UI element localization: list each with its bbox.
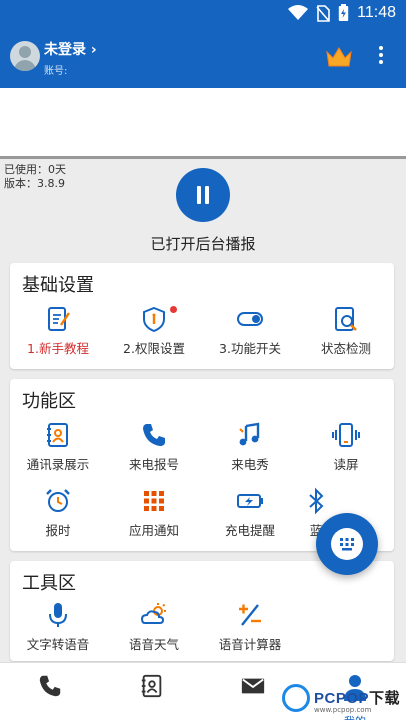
apps-grid-icon xyxy=(144,491,164,511)
section-title: 工具区 xyxy=(22,573,76,594)
avatar[interactable] xyxy=(10,41,40,71)
status-check-icon xyxy=(335,307,357,331)
item-label: 充电提醒 xyxy=(224,523,275,538)
dialpad-fab[interactable] xyxy=(316,513,378,575)
used-days: 已使用：0天 xyxy=(4,163,66,176)
wifi-icon xyxy=(288,5,309,20)
voice-weather-item[interactable]: 语音天气 xyxy=(106,601,202,653)
screen-reader-item[interactable]: 读屏 xyxy=(298,421,394,473)
item-label: 语音计算器 xyxy=(218,637,282,652)
caller-announce-item[interactable]: 来电报号 xyxy=(106,421,202,473)
battery-charging-icon xyxy=(237,494,263,508)
phone-icon xyxy=(143,424,165,446)
version-label: 版本：3.8.9 xyxy=(4,177,65,190)
status-bar: 11:48 xyxy=(0,0,406,28)
item-label: 语音天气 xyxy=(128,637,179,652)
permission-settings-item[interactable]: 2.权限设置 xyxy=(106,305,202,357)
divider xyxy=(0,156,406,159)
contacts-icon xyxy=(141,674,162,698)
watermark-url: www.pcpop.com xyxy=(314,706,372,714)
item-label: 文字转语音 xyxy=(26,637,90,652)
crown-icon[interactable] xyxy=(325,46,353,68)
section-title: 基础设置 xyxy=(22,275,94,296)
login-link[interactable]: 未登录 › xyxy=(44,39,97,59)
weather-icon xyxy=(140,603,166,624)
microphone-icon xyxy=(49,603,67,627)
item-label: 状态检测 xyxy=(320,341,371,356)
keyboard-icon xyxy=(331,528,363,560)
time-announce-item[interactable]: 报时 xyxy=(10,487,106,539)
section-title: 功能区 xyxy=(22,391,76,412)
item-label: 读屏 xyxy=(333,457,359,472)
banner-area xyxy=(0,88,406,156)
nav-contacts[interactable] xyxy=(122,673,182,713)
pause-icon xyxy=(197,186,201,204)
nav-phone[interactable] xyxy=(20,673,80,713)
pause-button[interactable] xyxy=(176,168,230,222)
watermark-logo: PCPOP下载 www.pcpop.com xyxy=(280,682,406,720)
message-icon xyxy=(241,678,265,694)
tutorial-icon xyxy=(48,307,70,331)
watermark-brand: PCPOP下载 xyxy=(314,690,401,707)
phone-icon xyxy=(39,675,61,697)
basic-settings-card: 基础设置 1.新手教程 2.权限设置 3.功能开关 状态检测 xyxy=(10,263,394,369)
bluetooth-icon xyxy=(309,487,324,515)
app-header: 未登录 › 账号: xyxy=(0,28,406,88)
voice-calculator-item[interactable]: 语音计算器 xyxy=(202,601,298,653)
item-label: 3.功能开关 xyxy=(219,341,281,356)
feature-switch-item[interactable]: 3.功能开关 xyxy=(202,305,298,357)
item-label: 报时 xyxy=(45,523,71,538)
battery-icon xyxy=(338,4,349,21)
nav-messages[interactable] xyxy=(223,673,283,713)
account-label: 账号: xyxy=(44,66,68,77)
caller-show-item[interactable]: 来电秀 xyxy=(202,421,298,473)
item-label: 来电报号 xyxy=(128,457,179,472)
item-label: 应用通知 xyxy=(128,523,179,538)
music-note-icon xyxy=(239,422,260,446)
app-notification-item[interactable]: 应用通知 xyxy=(106,487,202,539)
item-label: 1.新手教程 xyxy=(27,341,89,356)
item-label: 2.权限设置 xyxy=(123,341,185,356)
screen-vibrate-icon xyxy=(332,423,360,447)
contacts-icon xyxy=(47,423,68,447)
pcpop-logo-icon xyxy=(282,684,310,712)
text-to-speech-item[interactable]: 文字转语音 xyxy=(10,601,106,653)
more-options-icon[interactable] xyxy=(372,44,390,70)
notification-dot xyxy=(170,306,177,313)
calculator-icon xyxy=(239,604,261,626)
alarm-clock-icon xyxy=(46,489,70,512)
tutorial-item[interactable]: 1.新手教程 xyxy=(10,305,106,357)
charge-reminder-item[interactable]: 充电提醒 xyxy=(202,487,298,539)
no-sim-icon xyxy=(316,4,330,22)
playback-status: 已打开后台播报 xyxy=(150,235,256,253)
permission-shield-icon xyxy=(143,306,165,333)
tools-area-card: 工具区 文字转语音 语音天气 语音计算器 xyxy=(10,561,394,661)
toggle-icon xyxy=(237,312,263,326)
item-label: 通讯录展示 xyxy=(26,457,90,472)
item-label: 来电秀 xyxy=(231,457,269,472)
status-check-item[interactable]: 状态检测 xyxy=(298,305,394,357)
clock: 11:48 xyxy=(357,4,396,21)
usage-info: 已使用：0天 版本：3.8.9 xyxy=(4,163,66,191)
contacts-display-item[interactable]: 通讯录展示 xyxy=(10,421,106,473)
